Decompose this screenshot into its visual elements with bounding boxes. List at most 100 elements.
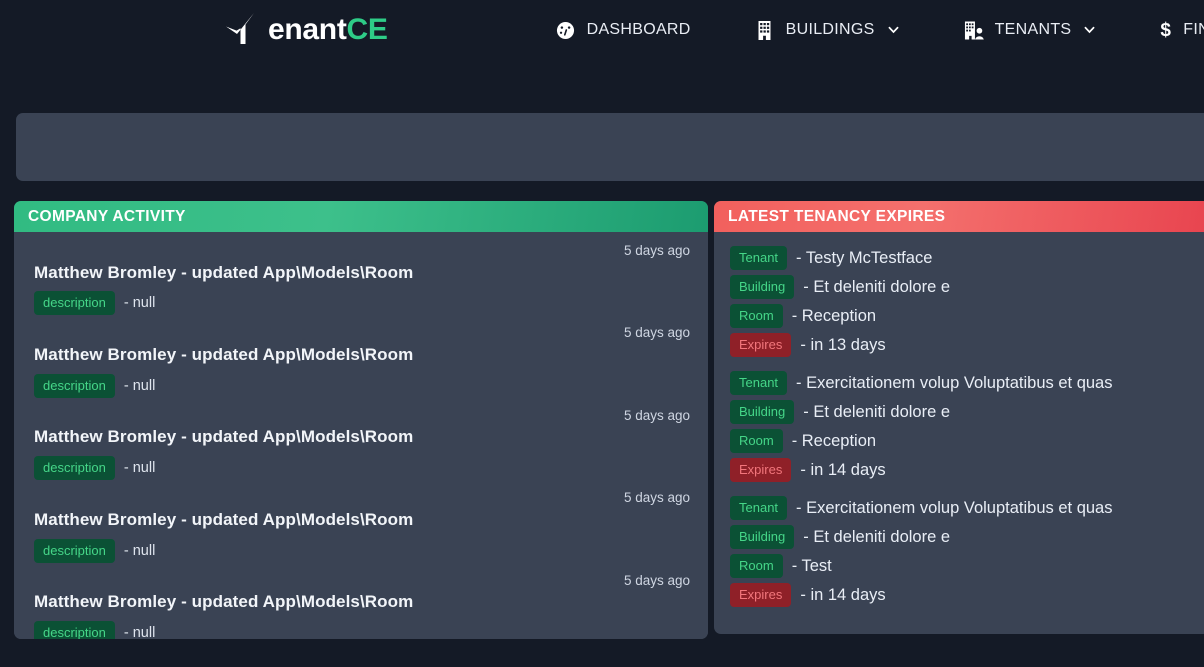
- chevron-down-icon[interactable]: [1083, 24, 1096, 37]
- tenancy-room-badge: Room: [730, 554, 783, 578]
- tenancy-tenant-value: - Testy McTestface: [796, 248, 933, 267]
- activity-field-value: - null: [123, 295, 156, 312]
- tenancy-expire-item: Tenant - Exercitationem volup Voluptatibu…: [730, 496, 1196, 607]
- activity-title: Matthew Bromley - updated App\Models\Roo…: [34, 344, 414, 364]
- nav-label-dashboard: DASHBOARD: [586, 21, 691, 38]
- expires-list: Tenant - Testy McTestface Building - Et del…: [714, 232, 1204, 607]
- tenancy-building-badge: Building: [730, 275, 795, 299]
- tenancy-room-badge: Room: [730, 429, 783, 453]
- activity-meta: description - null: [34, 538, 694, 563]
- tenancy-room-value: - Test: [791, 556, 832, 575]
- activity-field-value: - null: [123, 625, 156, 639]
- activity-item: 5 days ago Matthew Bromley - updated App\…: [34, 407, 694, 481]
- activity-field-badge: description: [34, 621, 115, 639]
- tenancy-tenant-badge: Tenant: [730, 371, 788, 395]
- nav-item-finance[interactable]: $ FINANCE: [1160, 0, 1204, 60]
- tenancy-room-value: - Reception: [791, 306, 877, 325]
- tenancy-building-value: - Et deleniti dolore e: [803, 527, 951, 546]
- nav-label-finance: FINANCE: [1183, 21, 1204, 38]
- tenancy-tenant-value: - Exercitationem volup Voluptatibus et q…: [796, 373, 1113, 392]
- activity-timestamp: 5 days ago: [623, 572, 690, 588]
- tenancy-tenant-row: Tenant - Testy McTestface: [730, 246, 1196, 270]
- tachometer-icon: [556, 20, 576, 40]
- activity-item: 5 days ago Matthew Bromley - updated App\…: [34, 325, 694, 398]
- activity-title: Matthew Bromley - updated App\Models\Roo…: [34, 262, 414, 282]
- nav-label-tenants: TENANTS: [994, 21, 1072, 38]
- page-content: COMPANY ACTIVITY 5 days ago Matthew Broml…: [0, 113, 1204, 639]
- activity-field-value: - null: [123, 542, 156, 559]
- tenancy-room-row: Room - Reception: [730, 429, 1196, 453]
- activity-title: Matthew Bromley - updated App\Models\Roo…: [34, 509, 414, 529]
- activity-field-value: - null: [123, 377, 156, 394]
- activity-field-value: - null: [123, 460, 156, 477]
- nav-item-tenants[interactable]: TENANTS: [964, 0, 1097, 60]
- activity-field-badge: description: [34, 538, 115, 563]
- tenancy-building-value: - Et deleniti dolore e: [803, 277, 951, 296]
- activity-meta: description - null: [34, 456, 694, 481]
- activity-meta: description - null: [34, 373, 694, 398]
- tenancy-expires-row: Expires - in 13 days: [730, 333, 1196, 357]
- dollar-sign-icon: $: [1160, 19, 1172, 41]
- tenancy-expires-badge: Expires: [730, 583, 792, 607]
- tenancy-expires-value: - in 14 days: [800, 460, 886, 479]
- brand-logo-link[interactable]: enantCE: [224, 0, 388, 60]
- activity-timestamp: 5 days ago: [623, 490, 690, 506]
- activity-item: 5 days ago Matthew Bromley - updated App\…: [34, 243, 694, 316]
- activity-field-badge: description: [34, 456, 115, 481]
- company-activity-header: COMPANY ACTIVITY: [14, 201, 708, 232]
- dashboard-cards-row: COMPANY ACTIVITY 5 days ago Matthew Broml…: [0, 201, 1204, 639]
- tenancy-expires-badge: Expires: [730, 333, 792, 357]
- latest-tenancy-expires-body: Tenant - Testy McTestface Building - Et del…: [714, 232, 1204, 607]
- building-user-icon: [964, 20, 984, 40]
- brand-accent: CE: [346, 13, 388, 46]
- tenancy-building-row: Building - Et deleniti dolore e: [730, 275, 1196, 299]
- tenancy-building-row: Building - Et deleniti dolore e: [730, 400, 1196, 424]
- tenancy-tenant-badge: Tenant: [730, 496, 788, 520]
- chevron-down-icon[interactable]: [887, 24, 900, 37]
- tenancy-expires-row: Expires - in 14 days: [730, 458, 1196, 482]
- tenancy-room-badge: Room: [730, 304, 783, 328]
- company-activity-body: 5 days ago Matthew Bromley - updated App\…: [14, 232, 708, 639]
- activity-field-badge: description: [34, 291, 115, 316]
- tenancy-tenant-row: Tenant - Exercitationem volup Voluptatibu…: [730, 371, 1196, 395]
- tenancy-room-row: Room - Test: [730, 554, 1196, 578]
- brand-prefix: enant: [268, 13, 347, 46]
- tenancy-expire-item: Tenant - Exercitationem volup Voluptatibu…: [730, 371, 1196, 482]
- tenancy-building-row: Building - Et deleniti dolore e: [730, 525, 1196, 549]
- activity-item: 5 days ago Matthew Bromley - updated App\…: [34, 574, 694, 639]
- activity-field-badge: description: [34, 373, 115, 398]
- tenancy-room-value: - Reception: [791, 431, 877, 450]
- top-empty-panel: [16, 113, 1204, 181]
- tenancy-building-value: - Et deleniti dolore e: [803, 402, 951, 421]
- nav-item-dashboard[interactable]: DASHBOARD: [556, 0, 691, 60]
- checkmark-t-logo-icon: [224, 11, 270, 50]
- nav-label-buildings: BUILDINGS: [785, 21, 875, 38]
- activity-item: 5 days ago Matthew Bromley - updated App\…: [34, 490, 694, 563]
- latest-tenancy-expires-title: LATEST TENANCY EXPIRES: [728, 207, 946, 225]
- tenancy-expires-row: Expires - in 14 days: [730, 583, 1196, 607]
- building-icon: [755, 20, 775, 40]
- activity-timestamp: 5 days ago: [623, 407, 690, 423]
- tenancy-tenant-row: Tenant - Exercitationem volup Voluptatibu…: [730, 496, 1196, 520]
- activity-timestamp: 5 days ago: [623, 325, 690, 341]
- latest-tenancy-expires-header: LATEST TENANCY EXPIRES: [714, 201, 1204, 232]
- nav-item-buildings[interactable]: BUILDINGS: [755, 0, 900, 60]
- activity-meta: description - null: [34, 291, 694, 316]
- top-navbar: enantCE DASHBOARD BUILDINGS TENANTS $ FI: [0, 0, 1204, 60]
- latest-tenancy-expires-card: LATEST TENANCY EXPIRES Tenant - Testy McT…: [714, 201, 1204, 634]
- brand-text: enantCE: [268, 15, 388, 45]
- activity-title: Matthew Bromley - updated App\Models\Roo…: [34, 592, 414, 612]
- tenancy-tenant-value: - Exercitationem volup Voluptatibus et q…: [796, 498, 1113, 517]
- activity-title: Matthew Bromley - updated App\Models\Roo…: [34, 427, 414, 447]
- activity-meta: description - null: [34, 621, 694, 639]
- tenancy-expires-badge: Expires: [730, 458, 792, 482]
- tenancy-building-badge: Building: [730, 525, 795, 549]
- tenancy-room-row: Room - Reception: [730, 304, 1196, 328]
- activity-timestamp: 5 days ago: [623, 243, 690, 258]
- company-activity-card: COMPANY ACTIVITY 5 days ago Matthew Broml…: [14, 201, 708, 639]
- tenancy-expires-value: - in 13 days: [800, 335, 886, 354]
- activity-list: 5 days ago Matthew Bromley - updated App\…: [14, 232, 708, 639]
- company-activity-title: COMPANY ACTIVITY: [28, 207, 186, 225]
- tenancy-tenant-badge: Tenant: [730, 246, 788, 270]
- tenancy-expires-value: - in 14 days: [800, 585, 886, 604]
